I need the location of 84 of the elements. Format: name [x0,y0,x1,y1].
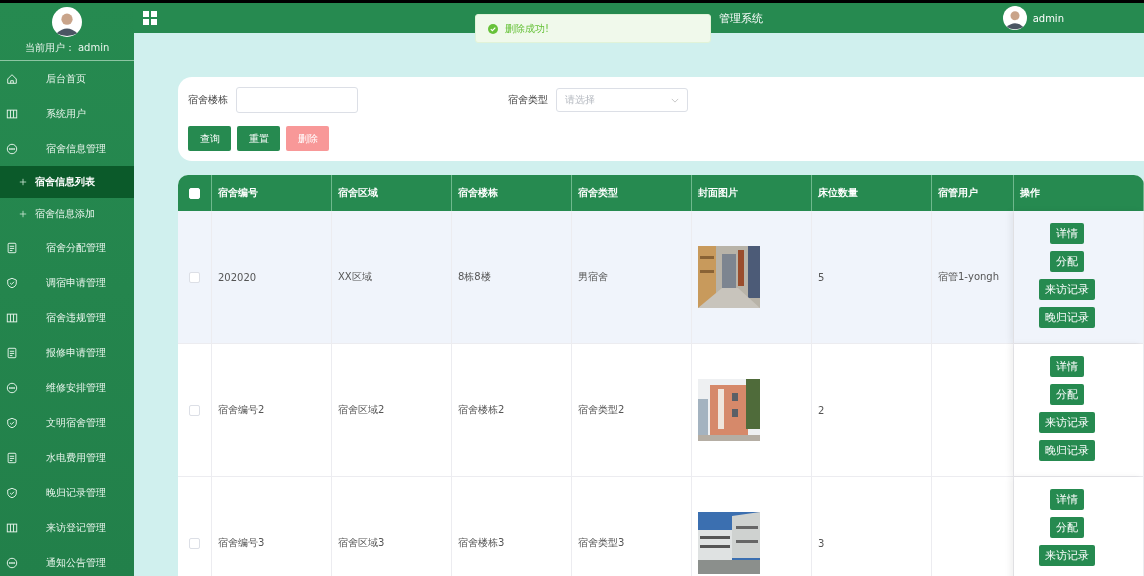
chevron-down-icon [671,97,679,103]
table-cell: 宿舍编号2 [218,403,265,417]
table-cell: 宿舍类型3 [578,536,625,550]
submenu-item[interactable]: 宿舍信息列表 [0,166,134,198]
table-cell: 8栋8楼 [458,270,491,284]
shield-icon [6,486,18,499]
action-button[interactable]: 分配 [1049,517,1084,538]
table-cell: 5 [818,271,825,283]
action-button[interactable]: 来访记录 [1038,279,1095,300]
table-cell: 宿舍区域2 [338,403,385,417]
avatar-icon [1002,6,1027,30]
action-button[interactable]: 详情 [1049,356,1084,377]
column-header: 宿舍编号 [218,186,258,200]
field-label: 宿舍楼栋 [188,93,228,107]
table-cell: 宿舍编号3 [218,536,265,550]
table-cell: 宿管1-yongh [938,270,1000,284]
current-user-label: 当前用户： admin [24,41,110,55]
column-header: 宿舍区域 [338,186,378,200]
menu-item[interactable]: 宿舍信息管理 [0,131,134,166]
success-toast: 删除成功! [475,14,711,43]
table-row[interactable]: 202020 XX区域 8栋8楼 男宿舍 5 宿管1-yongh 详情 分配 来访记录 晚归记录 [178,211,1144,344]
chat-icon [6,556,18,569]
chat-icon [6,142,18,155]
table-cell: 男宿舍 [578,270,608,284]
table-cell: 宿舍楼栋3 [458,536,505,550]
menu-item[interactable]: 维修安排管理 [0,370,134,405]
avatar-icon [52,7,82,37]
action-button[interactable]: 分配 [1049,384,1084,405]
table-cell: 3 [818,537,825,549]
table-cell: 宿舍类型2 [578,403,625,417]
column-header: 床位数量 [818,186,858,200]
table-cell: 202020 [218,271,257,283]
cols-icon [6,521,18,534]
table-cell: 2 [818,404,825,416]
column-header: 操作 [1020,186,1040,200]
table-cell: XX区域 [338,270,372,284]
doc-icon [6,346,18,359]
action-button[interactable]: 晚归记录 [1038,440,1095,461]
menu-item[interactable]: 水电费用管理 [0,440,134,475]
input-field[interactable] [236,87,358,113]
checkbox[interactable] [189,271,200,283]
table-row[interactable]: 宿舍编号2 宿舍区域2 宿舍楼栋2 宿舍类型2 2 详情 分配 来访记录 晚归记录 [178,344,1144,477]
action-button[interactable]: 分配 [1049,251,1084,272]
chat-icon [6,381,18,394]
column-header: 宿舍类型 [578,186,618,200]
app-title: 管理系统 [719,10,763,26]
username[interactable]: admin [1032,12,1064,24]
menu-item[interactable]: 宿舍分配管理 [0,230,134,265]
action-button[interactable]: 查询 [188,126,231,151]
action-button[interactable]: 重置 [237,126,280,151]
shield-icon [6,416,18,429]
plus-icon [19,178,27,186]
menu-item[interactable]: 后台首页 [0,61,134,96]
menu-item[interactable]: 晚归记录管理 [0,475,134,510]
menu-item[interactable]: 调宿申请管理 [0,265,134,300]
action-button[interactable]: 详情 [1049,223,1084,244]
submenu-item[interactable]: 宿舍信息添加 [0,198,134,230]
column-header: 宿舍楼栋 [458,186,498,200]
menu-item[interactable]: 文明宿舍管理 [0,405,134,440]
check-circle-icon [488,23,498,34]
field-label: 宿舍类型 [508,93,548,107]
action-button[interactable]: 来访记录 [1038,545,1095,566]
menu-item[interactable]: 来访登记管理 [0,510,134,545]
action-button[interactable]: 详情 [1049,489,1084,510]
table-cell: 宿舍楼栋2 [458,403,505,417]
shield-icon [6,276,18,289]
checkbox[interactable] [189,404,200,416]
table-cell: 宿舍区域3 [338,536,385,550]
column-header: 封面图片 [698,186,738,200]
column-header: 宿管用户 [938,186,978,200]
cols-icon [6,311,18,324]
cols-icon [6,107,18,120]
menu-item[interactable]: 报修申请管理 [0,335,134,370]
home-icon [6,72,18,85]
plus-icon [19,210,27,218]
grid-menu-icon[interactable] [143,11,157,25]
action-button[interactable]: 来访记录 [1038,412,1095,433]
doc-icon [6,241,18,254]
checkbox[interactable] [189,537,200,549]
action-button[interactable]: 晚归记录 [1038,307,1095,328]
doc-icon [6,451,18,464]
menu-item[interactable]: 系统用户 [0,96,134,131]
menu-item[interactable]: 宿舍违规管理 [0,300,134,335]
menu-item[interactable]: 通知公告管理 [0,545,134,576]
